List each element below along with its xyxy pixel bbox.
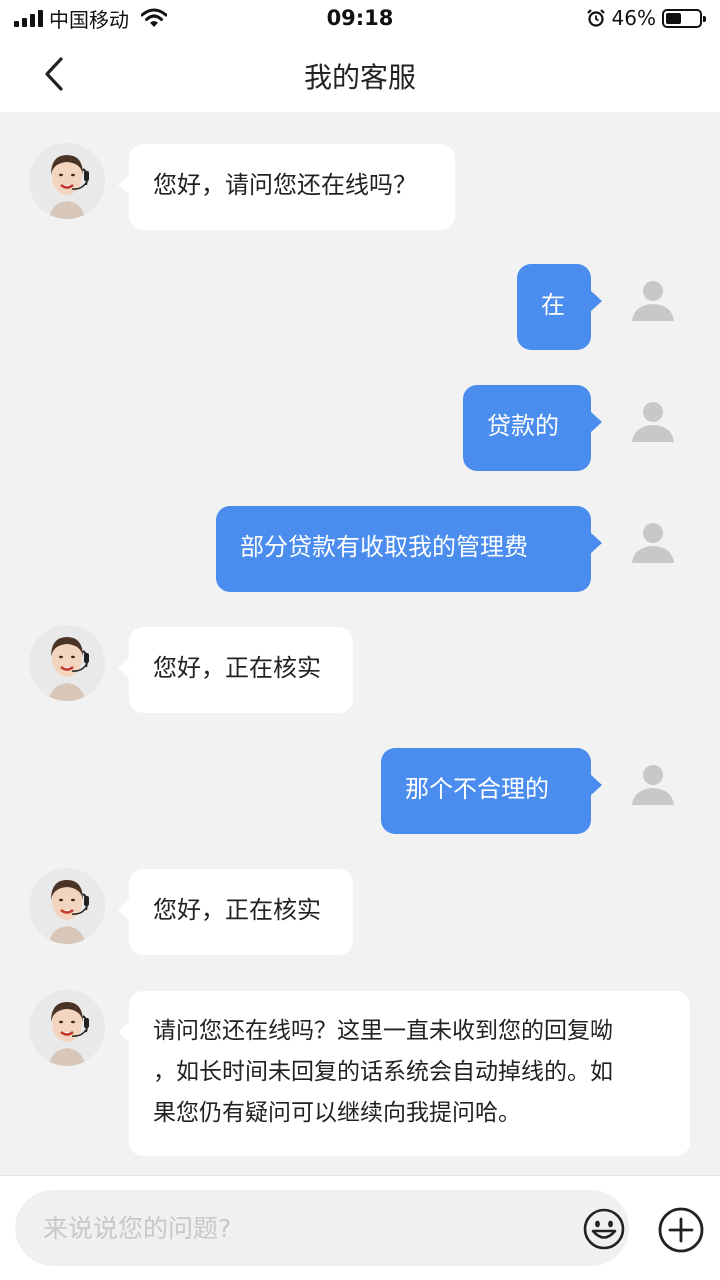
smiley-icon[interactable] bbox=[582, 1207, 626, 1251]
battery-percent: 46% bbox=[611, 6, 656, 30]
user-avatar-icon bbox=[630, 761, 676, 807]
message-text-line: 果您仍有疑问可以继续向我提问哈。 bbox=[153, 1100, 521, 1126]
message-bubble: 贷款的 bbox=[463, 385, 602, 471]
agent-avatar bbox=[29, 868, 105, 944]
chat-area[interactable]: 您好，请问您还在线吗？ 在 贷款的 部分贷款有收取我的管理费 您好，正在核实 那… bbox=[0, 112, 720, 1175]
agent-avatar bbox=[29, 990, 105, 1066]
message-bubble: 您好，正在核实 bbox=[118, 627, 353, 713]
alarm-icon bbox=[586, 9, 605, 27]
message-text: 您好，请问您还在线吗？ bbox=[153, 171, 417, 199]
message-text: 贷款的 bbox=[487, 412, 559, 440]
message-bubble: 在 bbox=[517, 264, 602, 350]
message-bubble: 请问您还在线吗？这里一直未收到您的回复呦 ，如长时间未回复的话系统会自动掉线的。… bbox=[118, 991, 690, 1156]
message-text-line: 请问您还在线吗？这里一直未收到您的回复呦 bbox=[153, 1018, 613, 1044]
message-text: 在 bbox=[541, 291, 565, 319]
battery-icon bbox=[662, 8, 706, 28]
page-title: 我的客服 bbox=[303, 61, 416, 94]
battery-fill bbox=[666, 12, 681, 24]
agent-avatar bbox=[29, 625, 105, 701]
input-container bbox=[15, 1190, 629, 1266]
nav-bar: 我的客服 bbox=[0, 36, 720, 112]
user-avatar-icon bbox=[630, 519, 676, 565]
message-text-line: ，如长时间未回复的话系统会自动掉线的。如 bbox=[153, 1059, 613, 1085]
plus-circle-icon[interactable] bbox=[657, 1206, 705, 1254]
message-text: 您好，正在核实 bbox=[153, 654, 321, 682]
message-bubble: 部分贷款有收取我的管理费 bbox=[216, 506, 602, 592]
agent-avatar bbox=[29, 143, 105, 219]
message-text: 您好，正在核实 bbox=[153, 896, 321, 924]
message-input[interactable] bbox=[43, 1190, 543, 1266]
message-bubble: 那个不合理的 bbox=[381, 748, 602, 834]
user-avatar-icon bbox=[630, 398, 676, 444]
status-bar: 中国移动 09:18 46% bbox=[0, 0, 720, 36]
message-bubble: 您好，正在核实 bbox=[118, 869, 353, 955]
status-right: 46% bbox=[586, 6, 706, 30]
input-bar bbox=[0, 1175, 720, 1280]
message-text: 部分贷款有收取我的管理费 bbox=[240, 533, 528, 561]
message-text: 那个不合理的 bbox=[405, 775, 549, 803]
user-avatar-icon bbox=[630, 277, 676, 323]
message-bubble: 您好，请问您还在线吗？ bbox=[118, 144, 455, 230]
